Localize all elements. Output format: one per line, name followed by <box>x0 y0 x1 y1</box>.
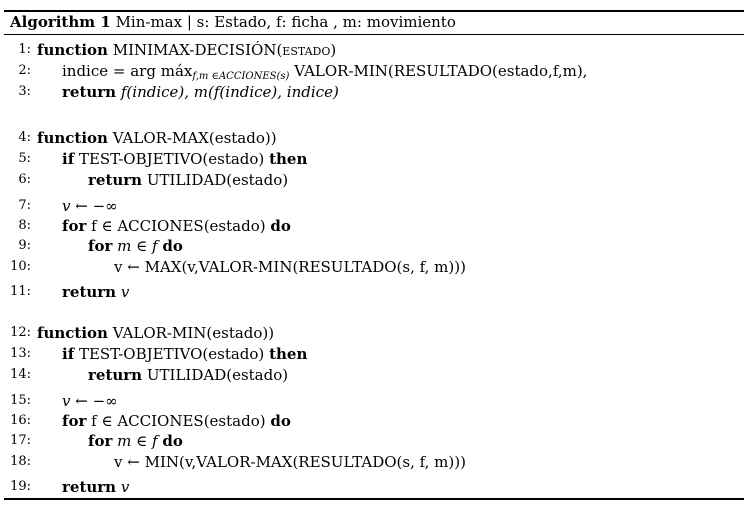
keyword-return: return <box>62 478 117 496</box>
code-text: v ← −∞ <box>62 197 118 215</box>
line-number: 10: <box>10 259 31 274</box>
code-text: v <box>120 283 130 301</box>
line-number: 19: <box>10 479 31 494</box>
line-number: 5: <box>18 151 31 166</box>
keyword-if: if <box>62 150 75 168</box>
keyword-return: return <box>62 283 117 301</box>
keyword-for: for <box>88 432 113 450</box>
keyword-then: then <box>269 345 308 363</box>
keyword-for: for <box>88 237 113 255</box>
code-text: TEST-OBJETIVO(estado) <box>78 150 265 168</box>
line-number: 1: <box>18 42 31 57</box>
algorithm-box: Algorithm 1 Min-max | s: Estado, f: fich… <box>4 0 744 511</box>
line-number: 3: <box>18 84 31 99</box>
bottom-rule <box>4 498 744 500</box>
code-text: f ∈ ACCIONES(estado) <box>91 412 266 430</box>
keyword-do: do <box>162 432 183 450</box>
line-number: 15: <box>10 393 31 408</box>
caption-text: Min-max | s: Estado, f: ficha , m: movim… <box>115 13 456 31</box>
line-number: 18: <box>10 454 31 469</box>
keyword-function: function <box>37 324 108 342</box>
line-number: 14: <box>10 367 31 382</box>
line-number: 6: <box>18 172 31 187</box>
code-text: VALOR-MAX(estado)) <box>112 129 277 147</box>
keyword-do: do <box>270 412 291 430</box>
code-text: VALOR-MIN(RESULTADO(estado,f,m), <box>294 62 588 80</box>
keyword-then: then <box>269 150 308 168</box>
keyword-return: return <box>88 171 143 189</box>
keyword-return: return <box>88 366 143 384</box>
line-number: 7: <box>18 198 31 213</box>
subscript: f,m ∈ACCIONES(s) <box>192 71 290 82</box>
code-text: VALOR-MIN(estado)) <box>112 324 275 342</box>
code-text: indice = arg máx <box>62 62 193 80</box>
code-text: v ← −∞ <box>62 392 118 410</box>
code-text: UTILIDAD(estado) <box>146 366 289 384</box>
code-text: v ← MAX(v,VALOR-MIN(RESULTADO(s, f, m))) <box>114 258 466 276</box>
keyword-for: for <box>62 412 87 430</box>
caption-rule <box>4 34 744 35</box>
line-number: 8: <box>18 218 31 233</box>
keyword-return: return <box>62 83 117 101</box>
top-rule <box>4 10 744 12</box>
code-text: f(indice), m(f(indice), indice) <box>120 83 339 101</box>
line-number: 4: <box>18 130 31 145</box>
keyword-function: function <box>37 41 108 59</box>
code-text: TEST-OBJETIVO(estado) <box>78 345 265 363</box>
keyword-if: if <box>62 345 75 363</box>
keyword-do: do <box>162 237 183 255</box>
line-number: 9: <box>18 238 31 253</box>
line-number: 12: <box>10 325 31 340</box>
line-number: 16: <box>10 413 31 428</box>
code-text: UTILIDAD(estado) <box>146 171 289 189</box>
line-number: 2: <box>18 63 31 78</box>
line-number: 11: <box>10 284 31 299</box>
code-text: m ∈ f <box>117 237 158 255</box>
keyword-do: do <box>270 217 291 235</box>
code-text: m ∈ f <box>117 432 158 450</box>
line-number: 13: <box>10 346 31 361</box>
code-text: v <box>120 478 130 496</box>
code-text: MINIMAX-DECISIÓN(estado) <box>112 41 337 59</box>
algorithm-caption: Algorithm 1 Min-max | s: Estado, f: fich… <box>10 13 456 32</box>
keyword-function: function <box>37 129 108 147</box>
line-number: 17: <box>10 433 31 448</box>
code-text: v ← MIN(v,VALOR-MAX(RESULTADO(s, f, m))) <box>114 453 466 471</box>
code-text: f ∈ ACCIONES(estado) <box>91 217 266 235</box>
keyword-for: for <box>62 217 87 235</box>
caption-label: Algorithm 1 <box>10 13 111 31</box>
